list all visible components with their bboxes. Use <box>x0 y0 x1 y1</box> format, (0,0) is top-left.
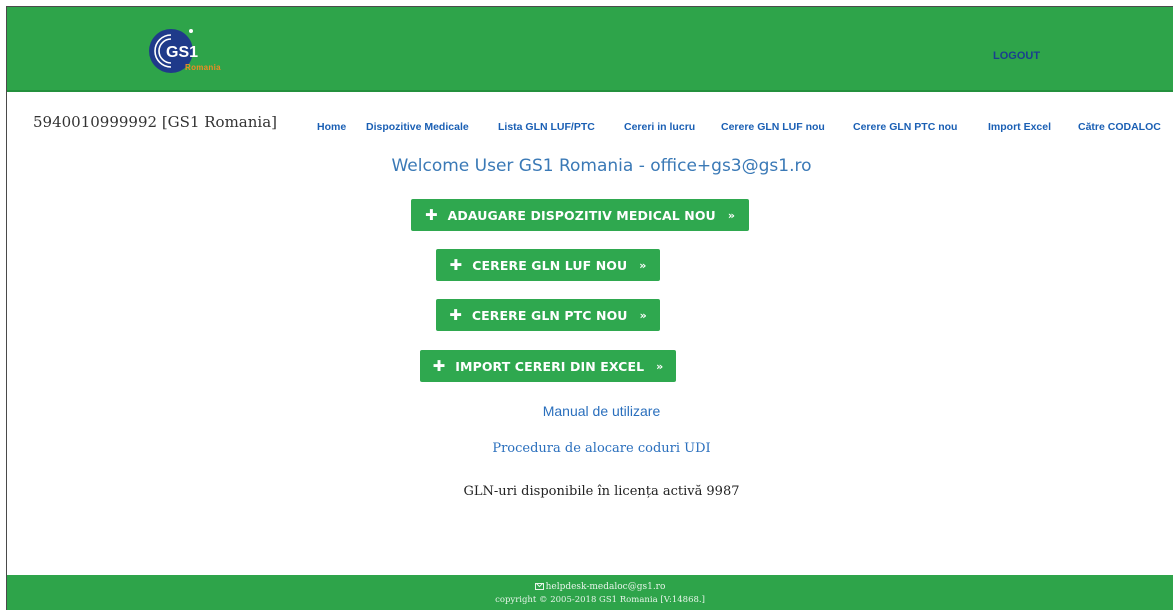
button-label: CERERE GLN PTC NOU <box>471 307 628 323</box>
nav-item-lista-gln[interactable]: Lista GLN LUF/PTC <box>498 121 595 133</box>
envelope-icon <box>534 583 544 590</box>
nav-item-catre-codaloc[interactable]: Către CODALOC <box>1078 121 1161 133</box>
plus-icon: ✚ <box>432 356 446 375</box>
import-excel-requests-button[interactable]: ✚ IMPORT CERERI DIN EXCEL » <box>420 350 676 382</box>
udi-procedure-link[interactable]: Procedura de alocare coduri UDI <box>7 441 1173 456</box>
nav-item-cerere-gln-ptc[interactable]: Cerere GLN PTC nou <box>853 121 957 133</box>
double-chevron-right-icon: » <box>727 208 736 222</box>
plus-icon: ✚ <box>449 255 463 274</box>
helpdesk-email[interactable]: helpdesk-medaloc@gs1.ro <box>546 582 666 592</box>
double-chevron-right-icon: » <box>639 258 647 272</box>
svg-text:GS1: GS1 <box>166 44 198 61</box>
welcome-text: Welcome User GS1 Romania - office+gs3@gs… <box>391 156 812 176</box>
nav-item-dispozitive-medicale[interactable]: Dispozitive Medicale <box>366 121 469 133</box>
nav-item-cerere-gln-luf[interactable]: Cerere GLN LUF nou <box>721 121 825 133</box>
double-chevron-right-icon: » <box>639 308 647 322</box>
nav-item-home[interactable]: Home <box>317 121 346 133</box>
gln-info-count: 9987 <box>706 484 740 499</box>
footer-bar: helpdesk-medaloc@gs1.ro copyright © 2005… <box>7 575 1173 610</box>
add-medical-device-button[interactable]: ✚ ADAUGARE DISPOZITIV MEDICAL NOU » <box>411 199 749 231</box>
button-label: IMPORT CERERI DIN EXCEL <box>455 358 645 374</box>
plus-icon: ✚ <box>424 205 438 224</box>
gln-availability-info: GLN-uri disponibile în licența activă 998… <box>7 484 1173 499</box>
welcome-message: Welcome User GS1 Romania - office+gs3@gs… <box>7 156 1173 176</box>
page-frame: GS1 Romania LOGOUT 5940010999992 [GS1 Ro… <box>6 6 1173 610</box>
logo-subtitle: Romania <box>185 63 221 72</box>
request-gln-ptc-button[interactable]: ✚ CERERE GLN PTC NOU » <box>436 299 660 331</box>
plus-icon: ✚ <box>449 305 462 324</box>
user-manual-link[interactable]: Manual de utilizare <box>7 403 1173 419</box>
footer-email-line: helpdesk-medaloc@gs1.ro <box>7 582 1173 592</box>
button-label: CERERE GLN LUF NOU <box>472 257 628 273</box>
logout-link[interactable]: LOGOUT <box>993 50 1040 62</box>
nav-item-cereri-in-lucru[interactable]: Cereri in lucru <box>624 121 695 133</box>
header-bar: GS1 Romania LOGOUT <box>7 7 1173 92</box>
main-nav: Home Dispozitive Medicale Lista GLN LUF/… <box>7 121 1173 137</box>
gln-info-label: GLN-uri disponibile în licența activă <box>463 484 703 499</box>
request-gln-luf-button[interactable]: ✚ CERERE GLN LUF NOU » <box>436 249 660 281</box>
nav-item-import-excel[interactable]: Import Excel <box>988 121 1051 133</box>
double-chevron-right-icon: » <box>656 359 664 373</box>
gs1-logo[interactable]: GS1 Romania <box>145 25 245 77</box>
button-label: ADAUGARE DISPOZITIV MEDICAL NOU <box>447 207 716 223</box>
footer-copyright: copyright © 2005-2018 GS1 Romania [V:148… <box>495 595 705 605</box>
